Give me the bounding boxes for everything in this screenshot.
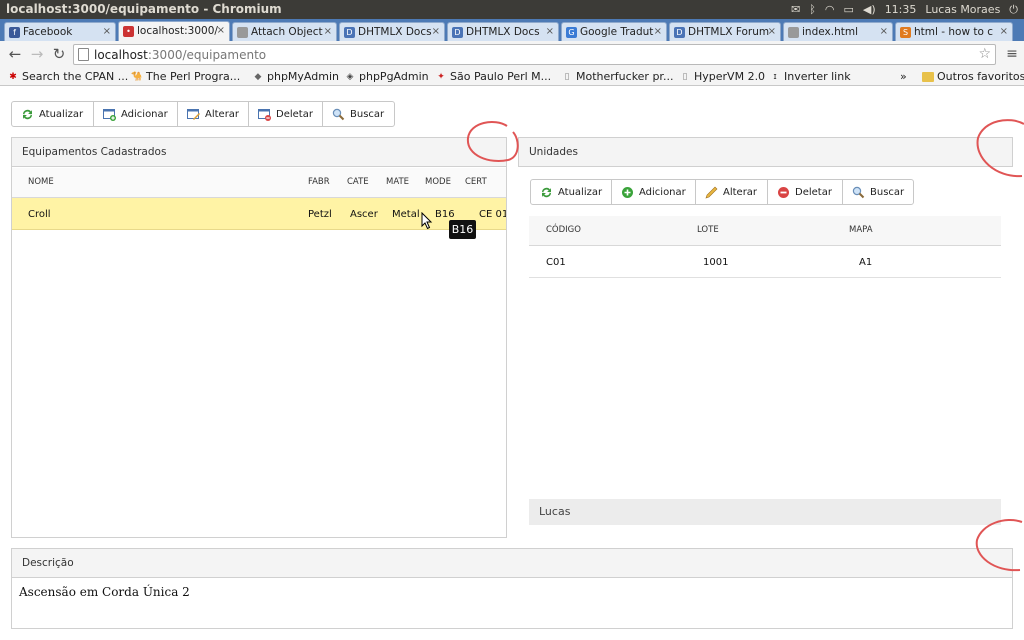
- annotation-circle: [466, 121, 519, 162]
- annotation-circle: [975, 519, 1023, 572]
- annotation-circle: [976, 119, 1024, 178]
- annotation-layer: [466, 119, 1024, 572]
